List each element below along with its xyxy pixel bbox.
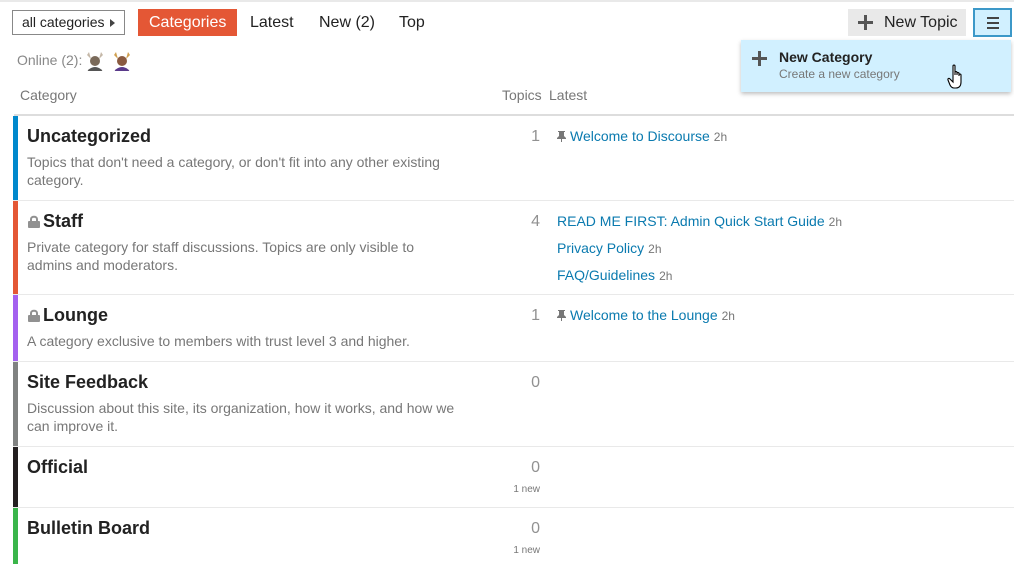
category-name[interactable]: Lounge xyxy=(43,305,108,326)
category-name[interactable]: Uncategorized xyxy=(27,126,151,147)
category-row-uncategorized[interactable]: Uncategorized Topics that don't need a c… xyxy=(13,116,1014,201)
category-color-bar xyxy=(13,201,18,294)
latest-topic-link[interactable]: Privacy Policy 2h xyxy=(557,240,662,256)
hamburger-icon xyxy=(987,17,999,29)
column-header-latest: Latest xyxy=(549,87,588,103)
category-color-bar xyxy=(13,362,18,446)
latest-topic-age: 2h xyxy=(828,215,842,229)
category-color-bar xyxy=(13,295,18,361)
pin-icon xyxy=(557,131,566,142)
category-name[interactable]: Site Feedback xyxy=(27,372,148,393)
plus-icon xyxy=(752,51,767,66)
latest-topic-link[interactable]: FAQ/Guidelines 2h xyxy=(557,267,672,283)
new-topics-count[interactable]: 1 new xyxy=(493,484,540,495)
tab-categories[interactable]: Categories xyxy=(138,9,238,36)
latest-topic-link[interactable]: Welcome to Discourse 2h xyxy=(557,128,727,144)
topic-count: 0 xyxy=(531,459,540,476)
pin-icon xyxy=(557,310,566,321)
latest-topic-age: 2h xyxy=(659,269,673,283)
topic-count: 1 xyxy=(531,307,540,324)
new-category-menu-item[interactable]: New Category Create a new category xyxy=(741,40,1011,92)
new-topics-count[interactable]: 1 new xyxy=(493,545,540,556)
category-dropdown[interactable]: all categories xyxy=(12,10,125,35)
column-header-topics: Topics xyxy=(502,87,542,103)
latest-topic-link[interactable]: Welcome to the Lounge 2h xyxy=(557,307,735,323)
category-row-lounge[interactable]: Lounge A category exclusive to members w… xyxy=(13,295,1014,362)
user-avatar[interactable] xyxy=(110,49,134,73)
category-name[interactable]: Official xyxy=(27,457,88,478)
category-description: Discussion about this site, its organiza… xyxy=(27,400,455,434)
category-description: A category exclusive to members with tru… xyxy=(27,333,410,349)
new-category-description: Create a new category xyxy=(779,67,900,81)
latest-topic-title: FAQ/Guidelines xyxy=(557,267,656,283)
hand-cursor-icon xyxy=(947,64,962,89)
column-header-category: Category xyxy=(20,87,77,103)
category-row-site-feedback[interactable]: Site Feedback Discussion about this site… xyxy=(13,362,1014,447)
category-row-official[interactable]: Official 0 1 new xyxy=(13,447,1014,508)
category-color-bar xyxy=(13,508,18,564)
online-users-label: Online (2): xyxy=(17,52,83,68)
category-color-bar xyxy=(13,116,18,200)
caret-right-icon xyxy=(110,19,115,27)
topic-count: 0 xyxy=(531,374,540,391)
latest-topic-title: READ ME FIRST: Admin Quick Start Guide xyxy=(557,213,825,229)
topic-count: 4 xyxy=(531,213,540,230)
tab-latest[interactable]: Latest xyxy=(250,9,294,36)
category-color-bar xyxy=(13,447,18,507)
category-row-bulletin-board[interactable]: Bulletin Board 0 1 new xyxy=(13,508,1014,564)
new-topic-button[interactable]: New Topic xyxy=(848,9,966,36)
latest-topic-age: 2h xyxy=(648,242,662,256)
category-name[interactable]: Staff xyxy=(43,211,83,232)
topic-count: 0 xyxy=(531,520,540,537)
lock-icon xyxy=(28,215,40,228)
new-topic-label: New Topic xyxy=(884,14,958,31)
category-description: Topics that don't need a category, or do… xyxy=(27,154,440,188)
plus-icon xyxy=(858,15,873,30)
latest-topic-link[interactable]: READ ME FIRST: Admin Quick Start Guide 2h xyxy=(557,213,842,229)
latest-topic-title: Privacy Policy xyxy=(557,240,645,256)
category-row-staff[interactable]: Staff Private category for staff discuss… xyxy=(13,201,1014,295)
latest-topic-title: Welcome to Discourse xyxy=(570,128,710,144)
latest-topic-age: 2h xyxy=(713,130,728,144)
tab-new[interactable]: New (2) xyxy=(319,9,375,36)
topic-count: 1 xyxy=(531,128,540,145)
lock-icon xyxy=(28,309,40,322)
categories-menu-button[interactable] xyxy=(973,8,1012,37)
category-name[interactable]: Bulletin Board xyxy=(27,518,150,539)
category-dropdown-label: all categories xyxy=(22,14,105,30)
tab-top[interactable]: Top xyxy=(399,9,425,36)
latest-topic-age: 2h xyxy=(721,309,735,323)
latest-topic-title: Welcome to the Lounge xyxy=(570,307,718,323)
user-avatar[interactable] xyxy=(83,49,107,73)
category-description: Private category for staff discussions. … xyxy=(27,239,414,273)
top-border xyxy=(0,0,1014,2)
new-category-title: New Category xyxy=(779,49,873,65)
